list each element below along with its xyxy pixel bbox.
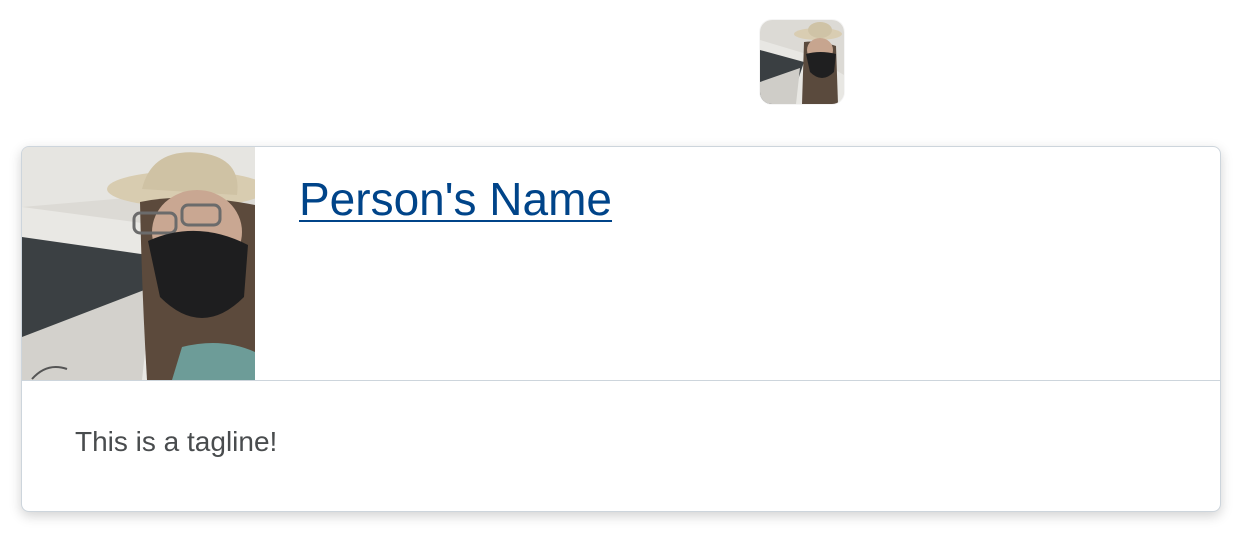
profile-card-header: Person's Name <box>22 147 1220 381</box>
profile-photo <box>22 147 255 380</box>
profile-popover-page: Person's Name This is a tagline! <box>0 0 1244 534</box>
profile-name-link[interactable]: Person's Name <box>299 171 612 227</box>
profile-avatar-button[interactable] <box>760 20 844 104</box>
profile-tagline: This is a tagline! <box>75 426 278 457</box>
profile-card: Person's Name This is a tagline! <box>21 146 1221 512</box>
profile-photo-thumbnail <box>760 20 844 104</box>
profile-card-photo <box>22 147 255 380</box>
profile-card-body: This is a tagline! <box>22 381 1220 511</box>
